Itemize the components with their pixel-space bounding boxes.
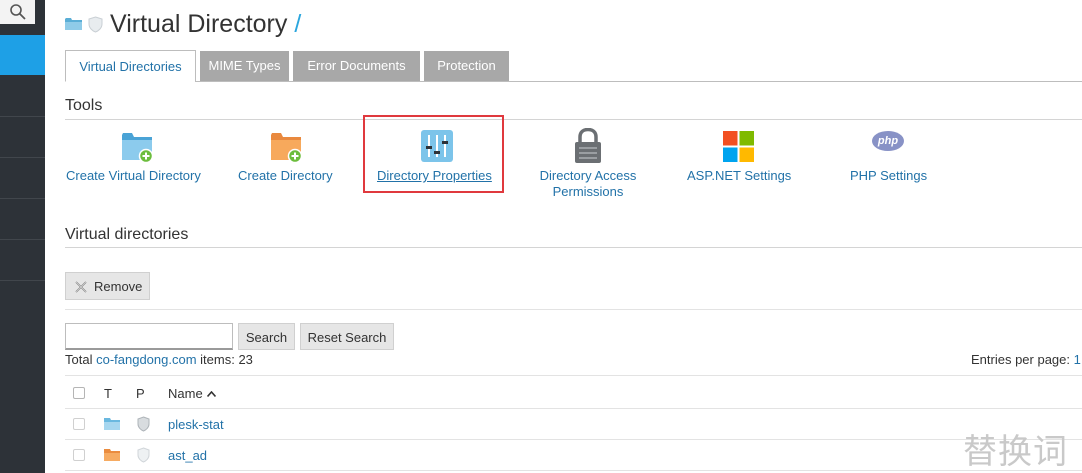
sidebar-divider bbox=[0, 198, 45, 199]
row-name-link[interactable]: plesk-stat bbox=[168, 417, 224, 432]
sidebar-search-button[interactable] bbox=[0, 0, 35, 24]
section-divider bbox=[65, 119, 1082, 120]
row-checkbox[interactable] bbox=[73, 449, 85, 461]
tool-label-line1: Directory Access bbox=[539, 168, 637, 183]
shield-icon bbox=[137, 447, 150, 463]
tool-label: ASP.NET Settings bbox=[687, 168, 792, 183]
table-divider bbox=[65, 375, 1082, 376]
tool-label: Create Virtual Directory bbox=[66, 168, 201, 183]
folder-icon bbox=[104, 418, 120, 430]
folder-add-icon bbox=[271, 133, 303, 164]
tool-create-virtual-directory[interactable]: Create Virtual Directory bbox=[65, 128, 210, 184]
column-header-name[interactable]: Name bbox=[168, 386, 217, 401]
folder-icon bbox=[65, 18, 82, 30]
php-icon: php bbox=[872, 131, 904, 151]
remove-button[interactable]: Remove bbox=[65, 272, 150, 300]
row-name-link[interactable]: ast_ad bbox=[168, 448, 207, 463]
section-divider bbox=[65, 247, 1082, 248]
column-header-type: T bbox=[104, 386, 112, 401]
left-sidebar bbox=[0, 0, 45, 473]
shield-icon bbox=[88, 16, 103, 33]
remove-button-label: Remove bbox=[94, 279, 143, 294]
sidebar-divider bbox=[0, 157, 45, 158]
virtual-directories-heading: Virtual directories bbox=[65, 226, 189, 243]
highlight-box bbox=[363, 115, 504, 193]
tool-php-settings[interactable]: php PHP Settings bbox=[850, 128, 930, 184]
toolbar-divider bbox=[65, 309, 1082, 310]
tool-directory-access-permissions[interactable]: Directory Access Permissions bbox=[536, 128, 640, 200]
table-divider bbox=[65, 408, 1082, 409]
items-count: items: 23 bbox=[200, 352, 253, 367]
entries-per-page-label: Entries per page: bbox=[971, 352, 1071, 367]
tool-create-directory[interactable]: Create Directory bbox=[237, 128, 339, 184]
tools-heading: Tools bbox=[65, 97, 103, 114]
page-title: Virtual Directory / bbox=[110, 9, 301, 39]
tab-bar: Virtual Directories MIME Types Error Doc… bbox=[65, 50, 1082, 82]
windows-icon bbox=[723, 131, 754, 162]
page-title-text: Virtual Directory bbox=[110, 10, 288, 38]
search-input[interactable] bbox=[65, 323, 233, 350]
entries-per-page: Entries per page: 1 bbox=[971, 352, 1081, 367]
domain-link[interactable]: co-fangdong.com bbox=[96, 352, 196, 367]
column-header-name-label: Name bbox=[168, 386, 203, 401]
tool-label: PHP Settings bbox=[850, 168, 928, 183]
table-divider bbox=[65, 439, 1082, 440]
tool-label-line2: Permissions bbox=[552, 184, 624, 199]
sort-ascending-icon bbox=[207, 390, 217, 398]
tool-label: Create Directory bbox=[238, 168, 333, 183]
tool-aspnet-settings[interactable]: ASP.NET Settings bbox=[686, 128, 792, 184]
select-all-checkbox[interactable] bbox=[73, 387, 85, 399]
tab-error-documents[interactable]: Error Documents bbox=[293, 51, 420, 81]
close-icon bbox=[75, 281, 87, 293]
lock-icon bbox=[575, 128, 601, 163]
entries-per-page-value[interactable]: 1 bbox=[1074, 352, 1081, 367]
watermark-text: 替换词 bbox=[963, 432, 1068, 472]
sidebar-divider bbox=[0, 239, 45, 240]
reset-search-button[interactable]: Reset Search bbox=[300, 323, 394, 350]
row-checkbox[interactable] bbox=[73, 418, 85, 430]
column-header-protection: P bbox=[136, 386, 145, 401]
tab-protection[interactable]: Protection bbox=[424, 51, 509, 81]
shield-icon bbox=[137, 416, 150, 432]
sidebar-item-active[interactable] bbox=[0, 35, 45, 75]
table-divider bbox=[65, 470, 1082, 471]
sidebar-divider bbox=[0, 280, 45, 281]
search-button[interactable]: Search bbox=[238, 323, 295, 350]
tab-bar-underline bbox=[195, 81, 1082, 82]
tool-label: Directory Access Permissions bbox=[536, 168, 640, 200]
total-items-summary: Total co-fangdong.com items: 23 bbox=[65, 352, 253, 367]
folder-add-icon bbox=[122, 133, 154, 164]
page-title-slash: / bbox=[294, 10, 302, 38]
search-icon bbox=[10, 4, 26, 20]
sidebar-divider bbox=[0, 116, 45, 117]
tab-mime-types[interactable]: MIME Types bbox=[200, 51, 289, 81]
total-prefix: Total bbox=[65, 352, 93, 367]
folder-icon bbox=[104, 449, 120, 461]
tab-virtual-directories[interactable]: Virtual Directories bbox=[65, 50, 196, 82]
